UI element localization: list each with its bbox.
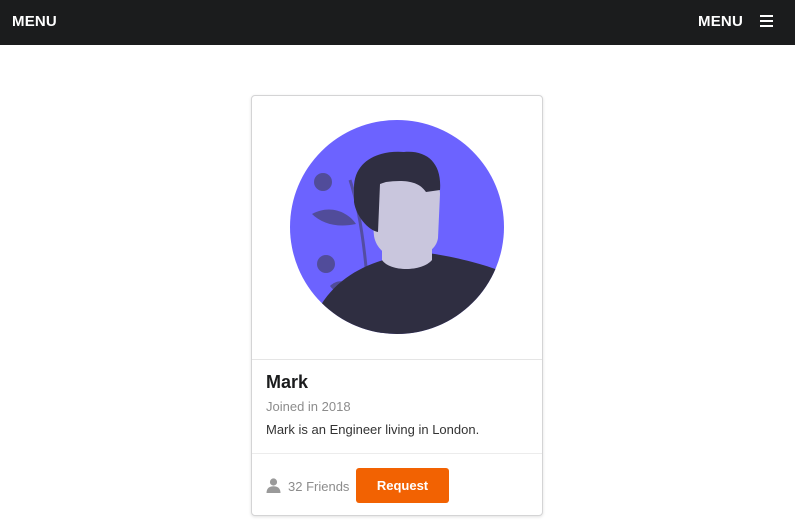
card-content: Mark Joined in 2018 Mark is an Engineer … [266,372,528,437]
profile-card: Mark Joined in 2018 Mark is an Engineer … [251,95,543,516]
hamburger-icon[interactable] [760,15,773,27]
hamburger-line [760,25,773,27]
top-menu-bar: MENU MENU [0,0,795,45]
request-button[interactable]: Request [356,468,449,503]
hamburger-line [760,15,773,17]
menu-right-label[interactable]: MENU [698,13,743,30]
profile-description: Mark is an Engineer living in London. [266,422,480,437]
card-extra: 32 Friends Request [252,453,542,516]
profile-name[interactable]: Mark [266,372,528,393]
menu-left-label[interactable]: MENU [12,13,57,30]
profile-meta: Joined in 2018 [266,399,351,414]
avatar-illustration [290,120,504,334]
hamburger-line [760,20,773,22]
friends-count[interactable]: 32 Friends [288,479,349,494]
user-icon [266,478,281,493]
card-image [252,96,542,360]
